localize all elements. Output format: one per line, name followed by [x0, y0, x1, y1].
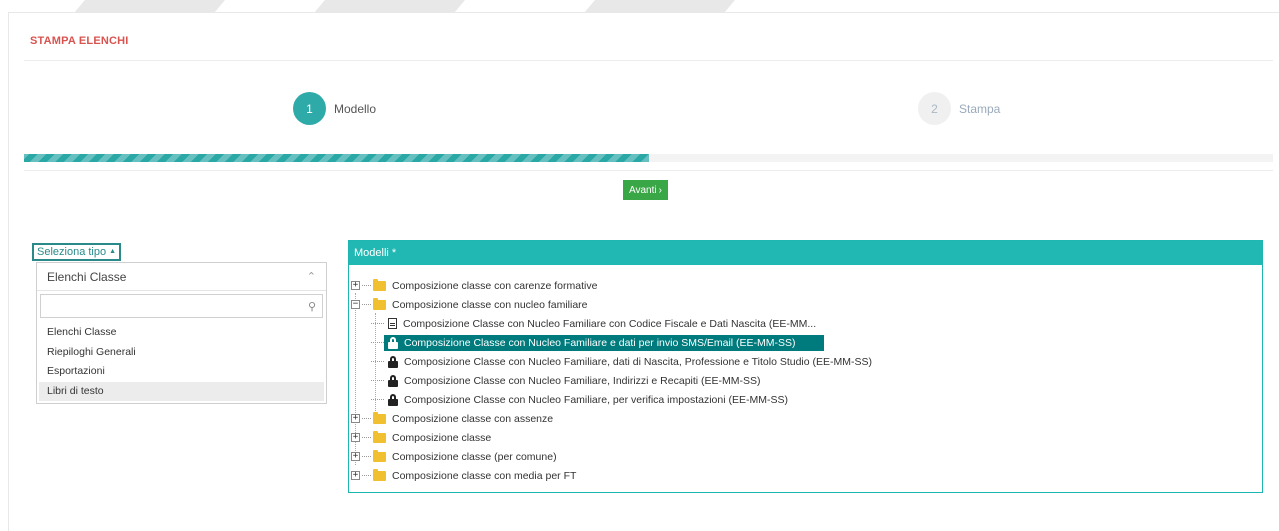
page-title: STAMPA ELENCHI: [30, 35, 129, 47]
divider: [24, 60, 1273, 61]
tree-connector: [371, 323, 384, 324]
tree-connector: [371, 361, 384, 362]
next-button-label: Avanti: [629, 184, 657, 196]
expand-icon[interactable]: +: [351, 433, 360, 442]
document-icon: [388, 318, 397, 329]
caret-up-icon: ▲: [109, 248, 117, 256]
folder-icon: [373, 411, 386, 424]
collapse-icon[interactable]: −: [351, 300, 360, 309]
tree-folder-label: Composizione classe: [392, 431, 492, 444]
type-select-current[interactable]: Elenchi Classe ⌃: [37, 263, 326, 291]
tree-folder[interactable]: + Composizione classe con assenze: [349, 409, 1262, 428]
type-option-libri-di-testo[interactable]: Libri di testo: [39, 381, 324, 401]
tree-folder-label: Composizione classe (per comune): [392, 450, 557, 463]
step-number: 1: [293, 92, 326, 125]
tree-folder-label: Composizione classe con assenze: [392, 412, 554, 425]
tree-folder[interactable]: − Composizione classe con nucleo familia…: [349, 295, 1262, 314]
wizard-step-modello[interactable]: 1 Modello: [293, 92, 376, 125]
folder-icon: [373, 278, 386, 291]
type-option-riepiloghi-generali[interactable]: Riepiloghi Generali: [37, 343, 326, 363]
tree-leaf[interactable]: Composizione Classe con Nucleo Familiare…: [349, 371, 1262, 390]
wizard-progress-bar: [24, 154, 1273, 162]
tree-folder-label: Composizione classe con media per FT: [392, 469, 577, 482]
tree-folder[interactable]: + Composizione classe con carenze format…: [349, 276, 1262, 295]
tree-connector: [362, 304, 371, 305]
type-select-search-input[interactable]: [41, 296, 308, 316]
models-tree: + Composizione classe con carenze format…: [349, 265, 1262, 485]
tree-leaf-label: Composizione Classe con Nucleo Familiare…: [404, 374, 761, 387]
divider: [24, 170, 1273, 171]
type-select-current-value: Elenchi Classe: [47, 269, 127, 284]
step-label: Modello: [334, 101, 377, 116]
tree-leaf-label: Composizione Classe con Nucleo Familiare…: [403, 317, 817, 330]
lock-icon: [388, 355, 398, 368]
tree-connector: [371, 399, 384, 400]
expand-icon[interactable]: +: [351, 452, 360, 461]
tree-leaf[interactable]: Composizione Classe con Nucleo Familiare…: [349, 390, 1262, 409]
tree-folder[interactable]: + Composizione classe: [349, 428, 1262, 447]
tree-leaf-label: Composizione Classe con Nucleo Familiare…: [404, 336, 796, 349]
lock-icon: [388, 336, 398, 349]
step-label: Stampa: [959, 101, 1001, 116]
tree-connector: [371, 380, 384, 381]
tree-folder[interactable]: + Composizione classe (per comune): [349, 447, 1262, 466]
tree-connector: [362, 475, 371, 476]
tree-leaf[interactable]: Composizione Classe con Nucleo Familiare…: [349, 352, 1262, 371]
expand-icon[interactable]: +: [351, 414, 360, 423]
tree-connector: [371, 342, 384, 343]
type-select-dropdown: Elenchi Classe ⌃ ⚲ Elenchi Classe Riepil…: [36, 262, 327, 404]
lock-icon: [388, 374, 398, 387]
type-select-label[interactable]: Seleziona tipo ▲: [32, 243, 122, 261]
chevron-right-icon: ›: [658, 184, 662, 196]
tree-connector: [362, 285, 371, 286]
tree-leaf[interactable]: Composizione Classe con Nucleo Familiare…: [349, 314, 1262, 333]
tree-connector: [362, 456, 371, 457]
type-option-esportazioni[interactable]: Esportazioni: [37, 362, 326, 382]
tree-connector: [362, 437, 371, 438]
tree-leaf-selected[interactable]: Composizione Classe con Nucleo Familiare…: [349, 333, 1262, 352]
lock-icon: [388, 393, 398, 406]
type-select-search: ⚲: [40, 294, 323, 318]
tree-leaf-label: Composizione Classe con Nucleo Familiare…: [404, 355, 873, 368]
wizard-step-stampa[interactable]: 2 Stampa: [918, 92, 1000, 125]
type-option-elenchi-classe[interactable]: Elenchi Classe: [37, 323, 326, 343]
folder-icon: [373, 297, 386, 310]
search-icon: ⚲: [307, 300, 316, 313]
tree-connector: [362, 418, 371, 419]
wizard-progress-fill: [24, 154, 649, 162]
expand-icon[interactable]: +: [351, 471, 360, 480]
next-button[interactable]: Avanti ›: [623, 180, 668, 200]
tree-folder[interactable]: + Composizione classe con media per FT: [349, 466, 1262, 485]
selected-highlight: Composizione Classe con Nucleo Familiare…: [384, 334, 824, 351]
type-select-label-text: Seleziona tipo: [37, 246, 107, 258]
models-header: Modelli *: [349, 241, 1262, 265]
step-number: 2: [918, 92, 951, 125]
tree-leaf-label: Composizione Classe con Nucleo Familiare…: [404, 393, 788, 406]
tree-folder-label: Composizione classe con carenze formativ…: [392, 279, 598, 292]
folder-icon: [373, 449, 386, 462]
models-panel: Modelli * + Composizione classe con care…: [348, 240, 1263, 493]
expand-icon[interactable]: +: [351, 281, 360, 290]
chevron-up-icon[interactable]: ⌃: [307, 270, 316, 283]
folder-icon: [373, 468, 386, 481]
tree-folder-label: Composizione classe con nucleo familiare: [392, 298, 588, 311]
folder-icon: [373, 430, 386, 443]
